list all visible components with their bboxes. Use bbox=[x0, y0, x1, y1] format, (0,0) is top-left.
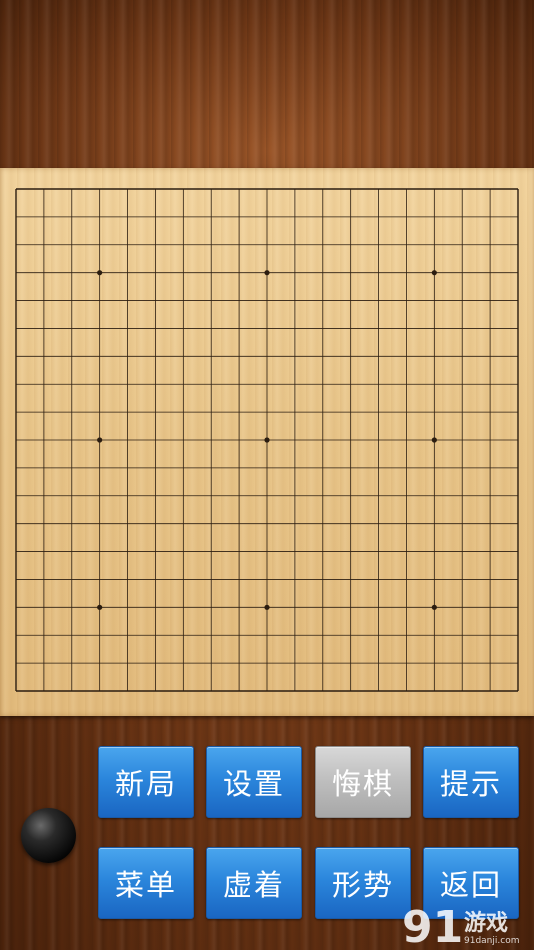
star-point bbox=[431, 437, 437, 443]
star-point bbox=[431, 270, 437, 276]
watermark-domain: 91danji.com bbox=[464, 936, 520, 946]
black-stone-turn-indicator bbox=[21, 808, 76, 863]
watermark-text: 游戏 bbox=[464, 911, 509, 936]
star-point bbox=[97, 604, 103, 610]
go-board[interactable] bbox=[0, 168, 534, 716]
board-grid[interactable] bbox=[0, 168, 534, 716]
site-watermark: 91 游戏 91danji.com bbox=[400, 890, 534, 950]
star-point bbox=[431, 604, 437, 610]
wood-background-top bbox=[0, 0, 534, 168]
pass-button[interactable]: 虚着 bbox=[206, 847, 302, 919]
star-point bbox=[264, 270, 270, 276]
hint-button[interactable]: 提示 bbox=[423, 746, 519, 818]
undo-button[interactable]: 悔棋 bbox=[315, 746, 411, 818]
watermark-logo-icon: 91 bbox=[402, 902, 462, 950]
settings-button[interactable]: 设置 bbox=[206, 746, 302, 818]
star-point bbox=[97, 270, 103, 276]
svg-text:91: 91 bbox=[402, 902, 462, 950]
star-point bbox=[264, 437, 270, 443]
star-point bbox=[97, 437, 103, 443]
situation-button[interactable]: 形势 bbox=[315, 847, 411, 919]
star-point bbox=[264, 604, 270, 610]
menu-button[interactable]: 菜单 bbox=[98, 847, 194, 919]
new-game-button[interactable]: 新局 bbox=[98, 746, 194, 818]
